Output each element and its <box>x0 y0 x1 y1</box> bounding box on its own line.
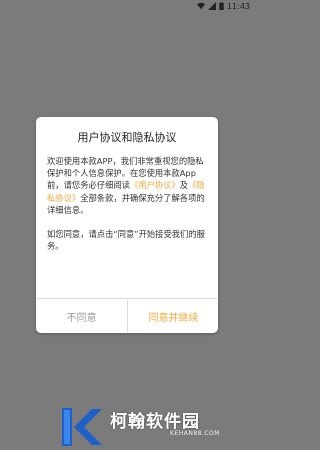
privacy-dialog: 用户协议和隐私协议 欢迎使用本款APP，我们非常重视您的隐私保护和个人信息保护。… <box>36 117 218 333</box>
battery-icon <box>219 2 224 10</box>
and-text: 及 <box>179 180 189 191</box>
signal-icon <box>207 2 216 10</box>
watermark: 柯翰软件园 KEHAN88.COM <box>58 404 254 450</box>
kehan-logo-icon <box>62 408 102 446</box>
decline-button[interactable]: 不同意 <box>36 299 127 333</box>
watermark-brand: 柯翰软件园 <box>110 412 200 432</box>
dialog-title: 用户协议和隐私协议 <box>77 131 177 144</box>
dialog-body: 欢迎使用本款APP，我们非常重视您的隐私保护和个人信息保护。在您使用本款App前… <box>47 155 209 252</box>
status-icons: 11:43 <box>196 0 250 12</box>
status-bar: 11:43 <box>0 0 254 12</box>
dialog-paragraph-intro: 欢迎使用本款APP，我们非常重视您的隐私保护和个人信息保护。在您使用本款App前… <box>47 155 209 216</box>
accept-continue-button[interactable]: 同意并继续 <box>128 299 219 333</box>
dialog-paragraph-consent: 如您同意，请点击“同意”开始接受我们的服务。 <box>47 229 205 252</box>
status-time: 11:43 <box>226 1 250 11</box>
wifi-icon <box>196 2 205 10</box>
user-agreement-link[interactable]: 《用户协议》 <box>130 180 180 190</box>
watermark-domain: KEHAN88.COM <box>170 430 220 437</box>
